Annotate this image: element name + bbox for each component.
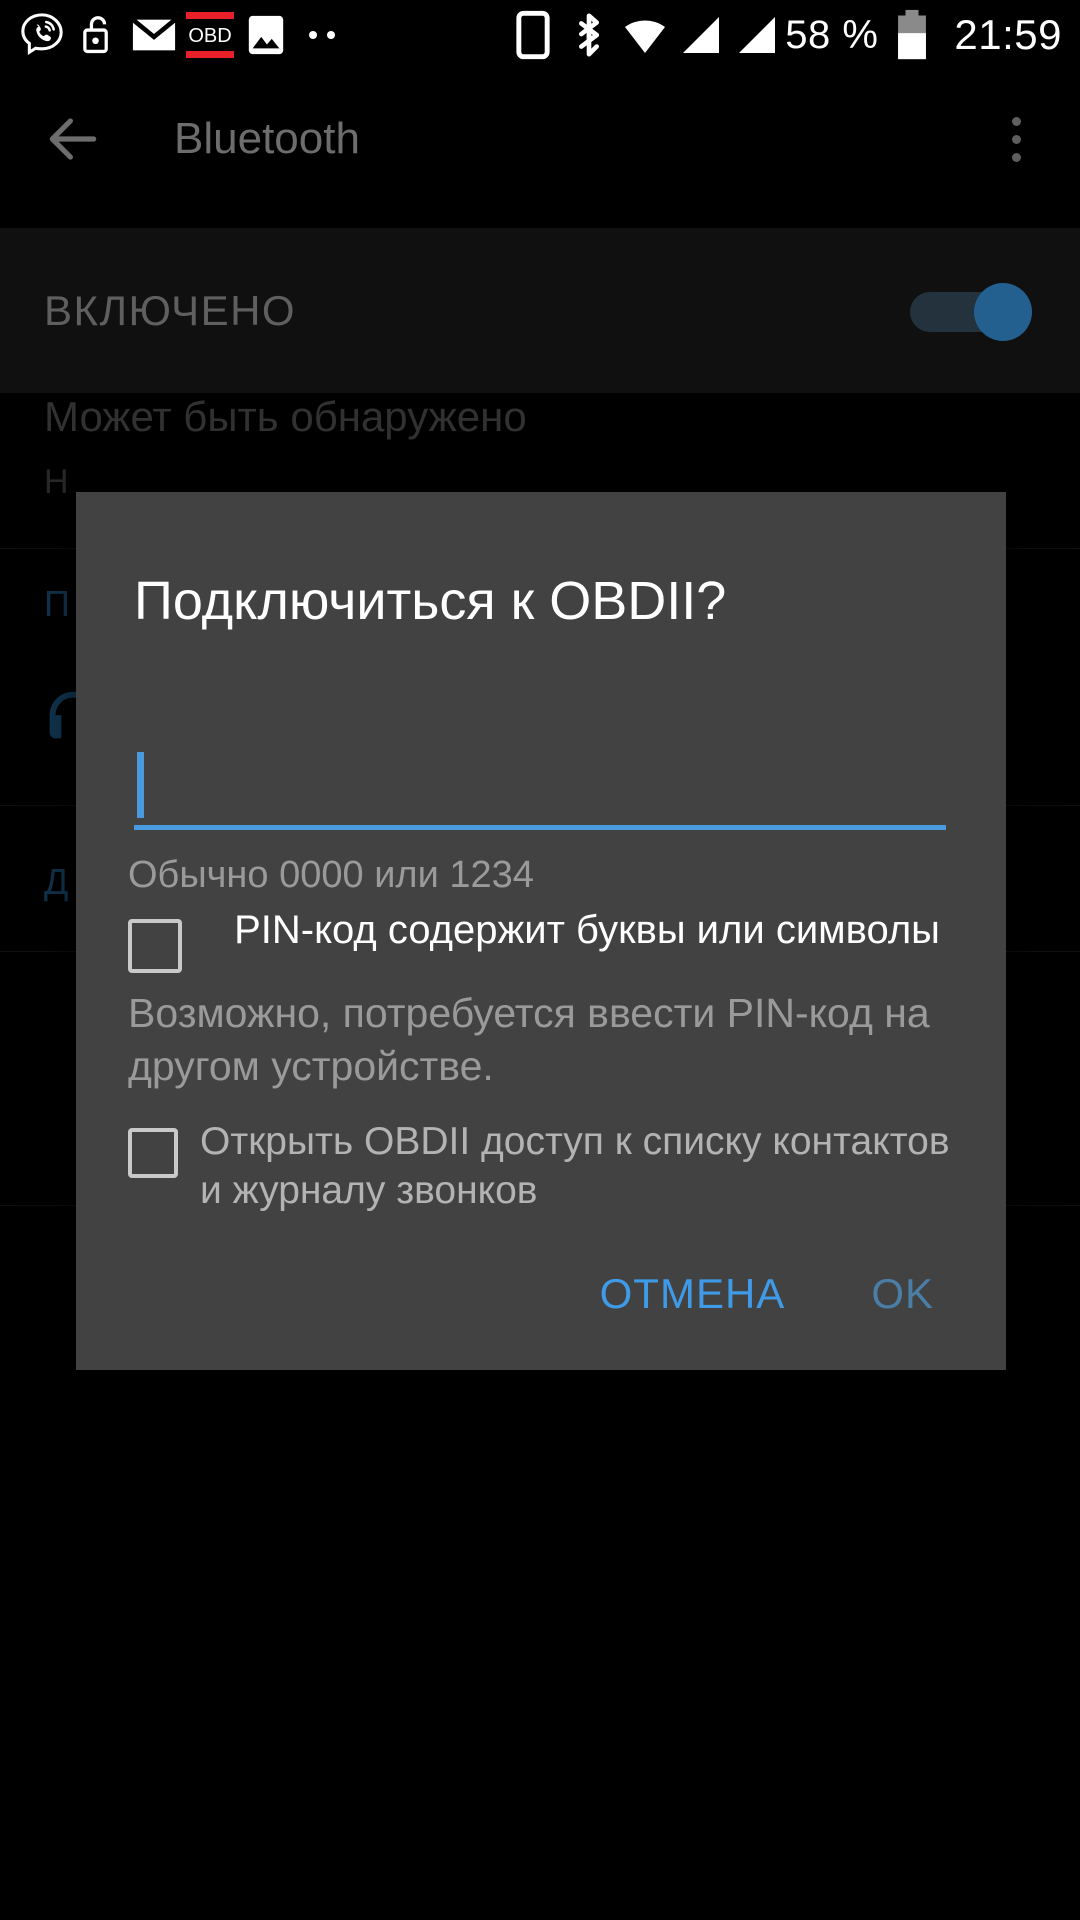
signal-sim1-icon (673, 9, 729, 61)
cancel-button[interactable]: ОТМЕНА (578, 1256, 808, 1332)
viber-icon (14, 9, 70, 61)
bluetooth-icon (561, 9, 617, 61)
contacts-access-checkbox[interactable] (128, 1128, 178, 1179)
email-icon (126, 9, 182, 61)
bluetooth-enabled-label: ВКЛЮЧЕНО (44, 286, 297, 334)
dot-icon (1011, 134, 1021, 144)
contacts-access-checkbox-row[interactable]: Открыть OBDII доступ к списку контактов … (128, 1118, 954, 1216)
phone-vibrate-icon (505, 9, 561, 61)
alphanumeric-pin-checkbox[interactable] (128, 919, 182, 974)
dot-icon (1011, 116, 1021, 126)
pin-hint-label: Обычно 0000 или 1234 (128, 854, 534, 897)
image-icon (238, 9, 294, 61)
dialog-title: Подключиться к OBDII? (134, 571, 727, 631)
status-bar-notifications: OBD (0, 9, 350, 61)
alphanumeric-pin-checkbox-row[interactable]: PIN-код содержит буквы или символы (128, 905, 954, 974)
alphanumeric-pin-label: PIN-код содержит буквы или символы (234, 908, 940, 953)
app-bar: Bluetooth (0, 70, 1080, 208)
dialog-body: Обычно 0000 или 1234 PIN-код содержит бу… (76, 744, 1006, 1215)
status-bar-system-icons: 58 % 21:59 (505, 9, 1080, 61)
contacts-access-label: Открыть OBDII доступ к списку контактов … (200, 1120, 950, 1212)
text-caret (137, 752, 144, 819)
bluetooth-pairing-dialog: Подключиться к OBDII? Обычно 0000 или 12… (76, 492, 1006, 1370)
pin-input[interactable] (134, 744, 946, 831)
switch-thumb (974, 282, 1032, 341)
battery-icon (884, 9, 940, 61)
battery-percent-label: 58 % (785, 12, 879, 57)
dot-icon (1011, 152, 1021, 162)
back-button[interactable] (14, 80, 132, 198)
bluetooth-enabled-row[interactable]: ВКЛЮЧЕНО (0, 228, 1080, 393)
status-bar: OBD 58 % 21:59 (0, 0, 1080, 70)
pin-field-wrapper (128, 744, 954, 832)
unlock-icon (70, 9, 126, 61)
dialog-actions: ОТМЕНА OK (76, 1216, 1006, 1370)
overflow-menu-button[interactable] (986, 84, 1046, 194)
page-title: Bluetooth (174, 114, 360, 163)
bluetooth-toggle-switch[interactable] (910, 282, 1032, 341)
svg-text:OBD: OBD (188, 25, 231, 47)
obd-notification-icon: OBD (182, 9, 238, 61)
status-bar-clock: 21:59 (954, 11, 1062, 58)
more-notifications-icon (294, 9, 350, 61)
phone-screen: Может быть обнаружено Н П Д OBD 58 % 21:… (0, 0, 1080, 1920)
signal-sim2-icon (729, 9, 785, 61)
pairing-note: Возможно, потребуется ввести PIN-код на … (128, 990, 930, 1089)
wifi-icon (617, 9, 673, 61)
ok-button[interactable]: OK (849, 1256, 956, 1332)
